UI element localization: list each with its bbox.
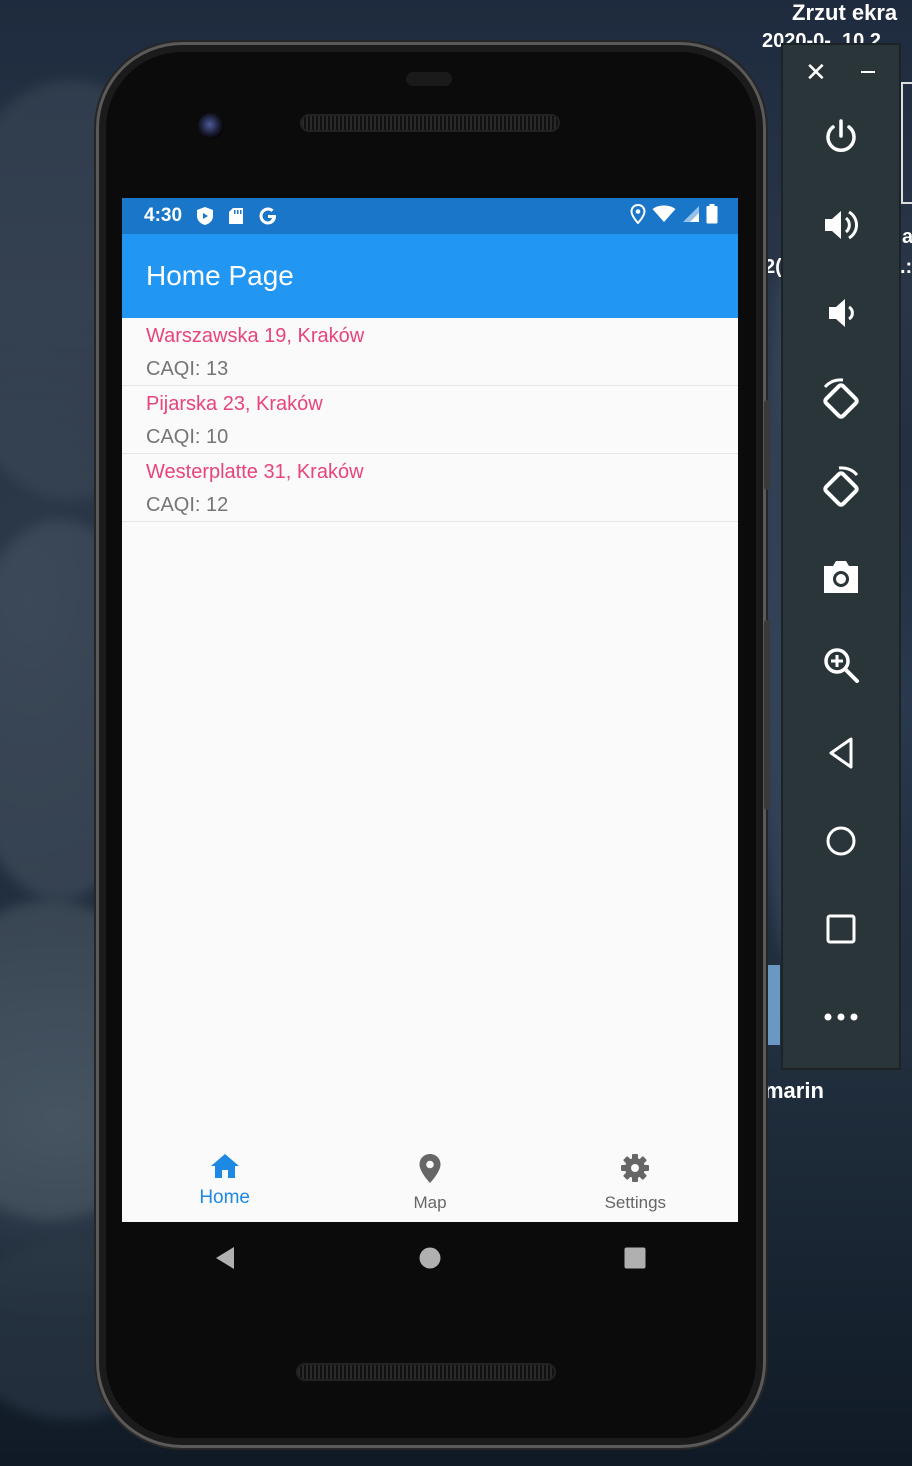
bottom-speaker [298,1365,554,1379]
status-bar: 4:30 [122,198,738,234]
list-item[interactable]: Pijarska 23, Kraków CAQI: 10 [122,386,738,454]
earpiece-speaker [302,116,558,130]
station-list: Warszawska 19, Kraków CAQI: 13 Pijarska … [122,318,738,522]
screenshot-button[interactable] [815,551,867,603]
wallpaper-water-strip [764,965,780,1045]
minimize-icon[interactable] [861,71,875,73]
close-icon[interactable]: ✕ [805,59,827,85]
desktop-side-text-2: 2( [764,256,782,278]
volume-down-button[interactable] [815,287,867,339]
front-camera [198,113,224,139]
station-address: Westerplatte 31, Kraków [146,461,364,483]
zoom-button[interactable] [815,639,867,691]
emulator-back-button[interactable] [815,727,867,779]
volume-up-icon [825,210,859,240]
list-item[interactable]: Westerplatte 31, Kraków CAQI: 12 [122,454,738,522]
system-nav-bar [122,1222,738,1294]
nav-tab-home[interactable]: Home [122,1140,327,1222]
rotate-right-icon [823,466,859,507]
volume-down-icon [829,299,854,327]
camera-icon [824,561,858,593]
zoom-icon [824,648,859,683]
back-icon [215,1247,234,1269]
rotate-left-button[interactable] [815,375,867,427]
station-caqi: CAQI: 10 [146,426,229,448]
phone-screen: 4:30 Home Page Warszawska 19, Kraków CAQ… [122,198,738,1222]
status-time: 4:30 [144,205,183,226]
desktop-file-label[interactable]: Zrzut ekra [792,0,897,26]
rotate-left-icon [823,378,859,419]
desktop-side-panel [901,82,912,204]
back-icon [829,737,853,769]
phone-volume-button [764,400,770,490]
nav-label-home: Home [199,1187,250,1208]
desktop-side-text-dot: .: [900,256,912,278]
station-address: Pijarska 23, Kraków [146,393,323,415]
map-pin-icon [416,1152,444,1189]
recents-icon [624,1247,646,1269]
phone-side-button [764,620,770,810]
gear-icon [619,1152,651,1189]
desktop-bottom-label[interactable]: marin [764,1078,824,1104]
battery-icon [706,203,718,229]
sd-card-icon [228,207,244,225]
signal-icon [682,205,700,228]
desktop-side-text-a: a [902,226,912,248]
station-caqi: CAQI: 13 [146,358,229,380]
home-circle-icon [419,1247,441,1269]
system-recents-button[interactable] [612,1235,658,1281]
station-address: Warszawska 19, Kraków [146,325,365,347]
page-title: Home Page [146,260,294,291]
nav-tab-settings[interactable]: Settings [533,1140,738,1222]
shield-icon [196,206,214,226]
power-button[interactable] [815,111,867,163]
google-g-icon [258,206,278,226]
nav-label-settings: Settings [604,1193,667,1212]
emulator-toolbar: ✕ [781,43,901,1070]
bottom-navigation: Home Map Settings [122,1140,738,1222]
overview-icon [826,914,856,944]
nav-tab-map[interactable]: Map [327,1140,532,1222]
system-home-button[interactable] [407,1235,453,1281]
volume-up-button[interactable] [815,199,867,251]
location-icon [630,203,646,229]
wifi-icon [652,205,676,228]
phone-sensor [406,72,452,86]
emulator-overview-button[interactable] [815,903,867,955]
rotate-right-button[interactable] [815,463,867,515]
app-bar: Home Page [122,234,738,318]
home-icon [826,826,856,856]
station-caqi: CAQI: 12 [146,494,229,516]
power-icon [826,119,856,152]
list-item[interactable]: Warszawska 19, Kraków CAQI: 13 [122,318,738,386]
home-icon [209,1152,241,1185]
nav-label-map: Map [413,1193,447,1212]
more-icon [824,1013,858,1021]
system-back-button[interactable] [202,1235,248,1281]
emulator-more-button[interactable] [815,991,867,1043]
emulator-home-button[interactable] [815,815,867,867]
